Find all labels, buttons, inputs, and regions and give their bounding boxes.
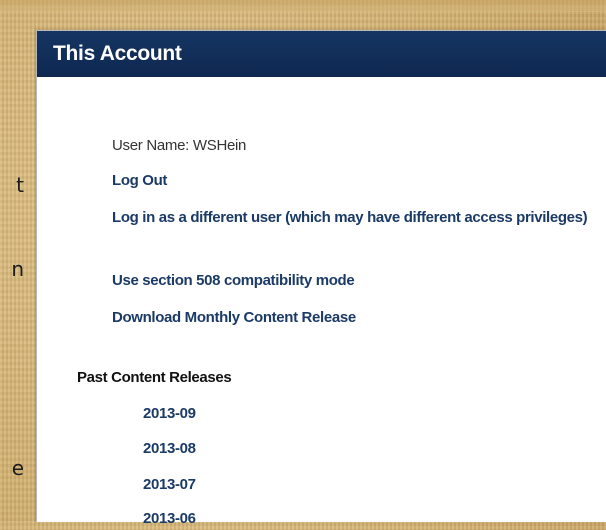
edge-glyph: n bbox=[11, 257, 24, 281]
user-name-label: User Name: WSHein bbox=[112, 137, 247, 154]
download-monthly-release-link[interactable]: Download Monthly Content Release bbox=[112, 307, 356, 329]
account-panel: This Account User Name: WSHein Log Out L… bbox=[36, 30, 606, 527]
release-link-2013-09[interactable]: 2013-09 bbox=[143, 403, 196, 425]
release-link-2013-08[interactable]: 2013-08 bbox=[143, 438, 196, 460]
past-releases-heading: Past Content Releases bbox=[77, 369, 232, 386]
edge-glyph: e bbox=[11, 456, 24, 480]
edge-glyph: t bbox=[16, 173, 24, 197]
different-user-link[interactable]: Log in as a different user (which may ha… bbox=[112, 207, 592, 229]
panel-title: This Account bbox=[37, 31, 606, 77]
left-edge-text-strip: t n e bbox=[0, 0, 36, 521]
background-top-band bbox=[0, 0, 606, 12]
release-link-2013-06[interactable]: 2013-06 bbox=[143, 508, 196, 530]
release-link-2013-07[interactable]: 2013-07 bbox=[143, 474, 196, 496]
log-out-link[interactable]: Log Out bbox=[112, 170, 167, 192]
section-508-link[interactable]: Use section 508 compatibility mode bbox=[112, 270, 355, 292]
panel-body: User Name: WSHein Log Out Log in as a di… bbox=[37, 77, 606, 527]
